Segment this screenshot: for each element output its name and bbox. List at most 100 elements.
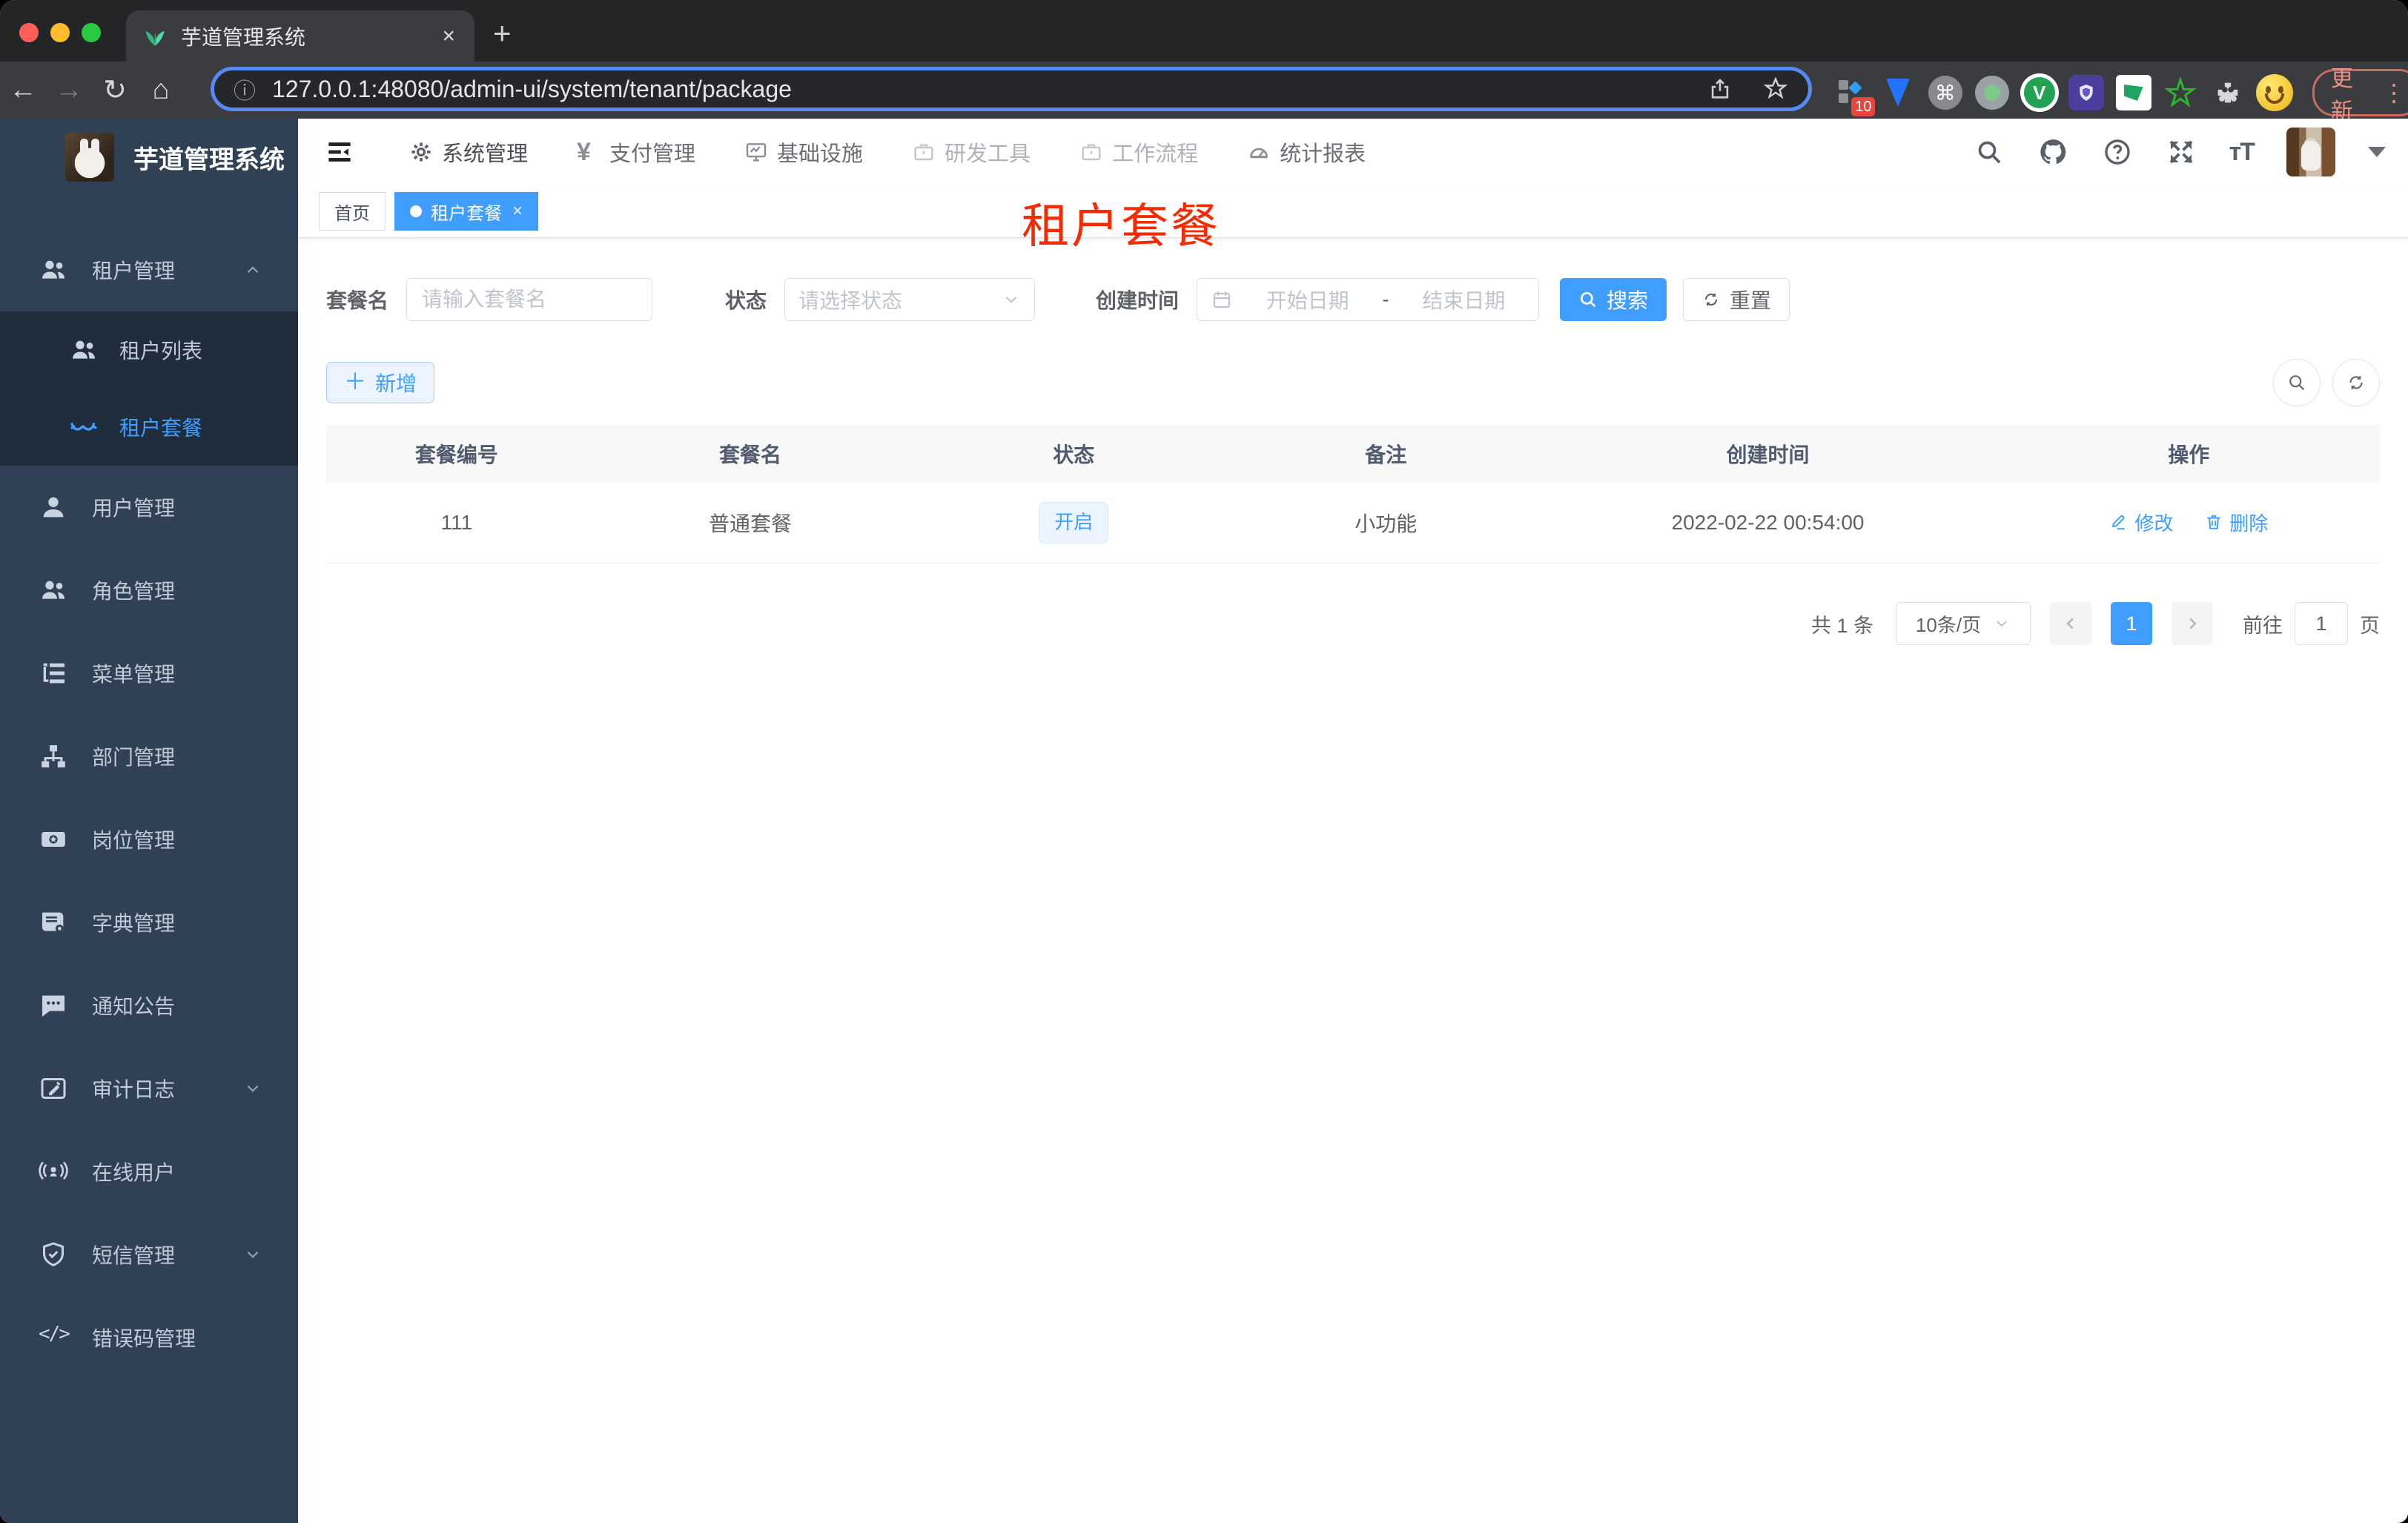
current-page-button[interactable]: 1 [2111, 602, 2152, 645]
browser-toolbar: ← → ↻ ⌂ ⓘ 127.0.0.1:48080/admin-ui/syste… [0, 62, 2408, 124]
pencil-icon [2111, 515, 2126, 530]
sidebar-item-audit-log[interactable]: 审计日志 [0, 1047, 298, 1130]
close-window-button[interactable] [19, 23, 39, 42]
forward-button[interactable]: → [46, 74, 92, 106]
sidebar-item-errorcode-management[interactable]: </> 错误码管理 [0, 1296, 298, 1379]
tag-tenant-package[interactable]: 租户套餐 × [394, 192, 539, 231]
log-edit-icon [41, 1078, 66, 1099]
url-text[interactable]: 127.0.0.1:48080/admin-ui/system/tenant/p… [272, 76, 1707, 103]
moustache-icon [70, 423, 97, 431]
url-bar[interactable]: ⓘ 127.0.0.1:48080/admin-ui/system/tenant… [211, 67, 1812, 111]
sidebar-item-post-management[interactable]: 岗位管理 [0, 798, 298, 881]
chevron-left-icon [2066, 618, 2074, 630]
github-icon[interactable] [2037, 136, 2069, 168]
chrome-update-menu-button[interactable]: 更新 ⋮ [2312, 67, 2408, 124]
col-status: 状态 [913, 425, 1234, 483]
search-button[interactable]: 搜索 [1560, 278, 1667, 321]
help-icon[interactable] [2102, 136, 2133, 168]
extension-chat-icon[interactable] [2114, 72, 2153, 113]
calendar-icon [1213, 291, 1231, 308]
hide-search-button[interactable] [2273, 359, 2321, 406]
nav-item-system[interactable]: 系统管理 [409, 136, 528, 168]
back-button[interactable]: ← [0, 74, 46, 106]
gear-icon [411, 142, 431, 162]
traffic-lights [19, 23, 101, 42]
header-right: тT [1974, 119, 2386, 185]
extension-command-icon[interactable]: ⌘ [1925, 72, 1965, 113]
nav-item-infrastructure[interactable]: 基础设施 [744, 136, 863, 168]
sidebar-item-menu-management[interactable]: 菜单管理 [0, 632, 298, 715]
fullscreen-icon[interactable] [2166, 136, 2197, 168]
sidebar-logo[interactable]: 芋道管理系统 [0, 119, 298, 196]
date-start-placeholder[interactable]: 开始日期 [1246, 285, 1369, 314]
edit-link[interactable]: 修改 [2109, 509, 2173, 536]
create-time-label: 创建时间 [1096, 289, 1180, 312]
avatar-caret-icon[interactable] [2368, 147, 2386, 157]
next-page-button[interactable] [2172, 602, 2213, 645]
browser-tab[interactable]: 芋道管理系统 × [126, 10, 474, 62]
extension-status-icon[interactable] [1972, 72, 2011, 113]
tag-home[interactable]: 首页 [319, 192, 386, 231]
cell-actions: 修改 删除 [1997, 483, 2380, 564]
sidebar-item-dict-management[interactable]: 字典管理 [0, 881, 298, 964]
search-icon[interactable] [1974, 137, 2004, 167]
sidebar-item-tenant-list[interactable]: 租户列表 [0, 311, 298, 389]
extension-shield-icon[interactable] [2066, 72, 2106, 113]
delete-link[interactable]: 删除 [2204, 509, 2268, 536]
sidebar-item-notice[interactable]: 通知公告 [0, 964, 298, 1047]
reload-button[interactable]: ↻ [92, 73, 138, 107]
sidebar-item-user-management[interactable]: 用户管理 [0, 466, 298, 549]
sidebar-item-sms-management[interactable]: 短信管理 [0, 1213, 298, 1296]
package-name-input[interactable] [406, 278, 653, 321]
goto-page-input[interactable] [2295, 602, 2348, 645]
tab-close-icon[interactable]: × [439, 24, 458, 49]
refresh-table-button[interactable] [2332, 359, 2380, 406]
zoom-window-button[interactable] [82, 23, 101, 42]
extension-v-icon[interactable]: V [2020, 72, 2059, 113]
nav-item-devtools[interactable]: 研发工具 [912, 136, 1031, 168]
total-count: 共 1 条 [1810, 614, 1873, 637]
main-area: 系统管理 ¥ 支付管理 基础设施 研发工具 工作流程 统计报表 тT 首页 租户… [298, 119, 2408, 1523]
extension-gem-icon[interactable] [1878, 72, 1917, 113]
sidebar-fold-icon[interactable] [323, 136, 356, 168]
add-button[interactable]: ＋ 新增 [326, 362, 434, 403]
sidebar-item-role-management[interactable]: 角色管理 [0, 549, 298, 632]
status-select[interactable]: 请选择状态 [784, 278, 1036, 321]
sidebar-item-online-users[interactable]: 在线用户 [0, 1130, 298, 1213]
goto-group: 前往 页 [2243, 602, 2380, 645]
sidebar-item-tenant-management[interactable]: 租户管理 [0, 228, 298, 311]
nav-item-payment[interactable]: ¥ 支付管理 [577, 136, 695, 168]
date-end-placeholder[interactable]: 结束日期 [1403, 285, 1525, 314]
new-tab-button[interactable]: + [493, 16, 512, 50]
briefcase-icon [914, 144, 933, 161]
page-size-select[interactable]: 10条/页 [1896, 602, 2031, 645]
font-size-icon[interactable]: тT [2229, 138, 2255, 167]
user-avatar[interactable] [2286, 128, 2335, 176]
nav-item-workflow[interactable]: 工作流程 [1079, 136, 1198, 168]
home-button[interactable]: ⌂ [138, 74, 184, 106]
tag-close-icon[interactable]: × [512, 201, 523, 222]
bookmark-star-icon[interactable] [1762, 76, 1789, 102]
sidebar-item-tenant-package[interactable]: 租户套餐 [0, 389, 298, 466]
extension-smiley-icon[interactable] [2255, 72, 2294, 113]
status-badge[interactable]: 开启 [1039, 502, 1109, 544]
site-info-icon[interactable]: ⓘ [234, 73, 256, 105]
date-range-picker[interactable]: 开始日期 - 结束日期 [1197, 278, 1540, 321]
refresh-icon [1704, 293, 1718, 306]
prev-page-button[interactable] [2050, 602, 2091, 645]
nav-item-report[interactable]: 统计报表 [1247, 136, 1366, 168]
active-dot-icon [410, 205, 422, 217]
search-icon [1581, 292, 1596, 308]
cell-package-name: 普通套餐 [586, 483, 914, 564]
filter-form: 套餐名 状态 请选择状态 创建时间 开始日期 - 结束日期 [326, 278, 2380, 321]
briefcase-icon [1082, 144, 1101, 161]
minimize-window-button[interactable] [50, 23, 70, 42]
reset-button[interactable]: 重置 [1683, 278, 1790, 321]
extension-puzzle-icon[interactable] [2208, 72, 2247, 113]
share-icon[interactable] [1707, 76, 1733, 102]
extension-star-icon[interactable] [2160, 72, 2200, 113]
extension-blocks-icon[interactable]: 10 [1831, 72, 1876, 116]
app-header: 系统管理 ¥ 支付管理 基础设施 研发工具 工作流程 统计报表 тT [298, 119, 2408, 185]
status-label: 状态 [725, 289, 767, 312]
sidebar-item-dept-management[interactable]: 部门管理 [0, 715, 298, 798]
